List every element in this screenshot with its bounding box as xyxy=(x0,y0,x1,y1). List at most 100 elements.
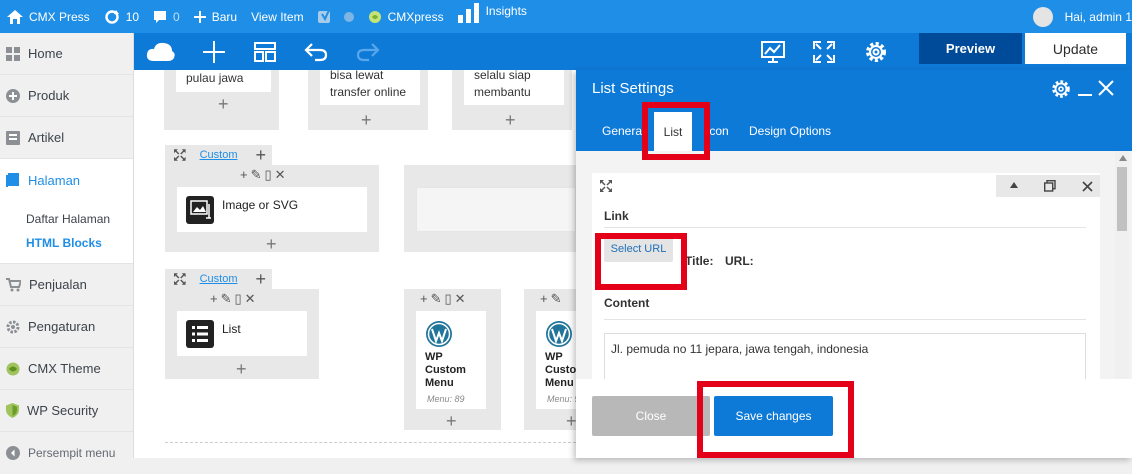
menu-penjualan[interactable]: Penjualan xyxy=(0,264,133,306)
redo-icon[interactable] xyxy=(342,33,394,70)
account-menu[interactable]: Hai, admin 1 xyxy=(1032,6,1132,27)
admin-bar: CMX Press 10 0 Baru View Item CMXpress I… xyxy=(0,0,1132,33)
element-controls[interactable]: +✎ xyxy=(540,291,564,307)
cmxpress-link[interactable]: CMXpress xyxy=(361,0,451,33)
site-link[interactable]: CMX Press xyxy=(0,0,97,33)
view-item-link[interactable]: View Item xyxy=(244,0,310,33)
cart-icon xyxy=(6,277,21,291)
menu-pengaturan[interactable]: Pengaturan xyxy=(0,306,133,348)
section-divider xyxy=(165,442,576,443)
text-card[interactable]: selalu siap membantu xyxy=(464,70,564,105)
move-icon[interactable] xyxy=(600,180,612,192)
update-button[interactable]: Update xyxy=(1025,33,1126,64)
undo-icon[interactable] xyxy=(290,33,342,70)
scroll-up-arrow-icon[interactable] xyxy=(1119,155,1127,161)
add-element-icon[interactable]: + xyxy=(236,360,247,378)
page-settings-icon[interactable] xyxy=(864,33,888,70)
tab-design-options[interactable]: Design Options xyxy=(749,124,831,138)
dashboard-icon xyxy=(6,46,20,61)
wp-menu-block[interactable]: WP Custom Menu Menu: 89 xyxy=(416,311,486,409)
tab-general[interactable]: General xyxy=(602,124,645,138)
shield-icon xyxy=(6,403,19,418)
plus-icon xyxy=(193,10,206,23)
text-card[interactable]: bisa lewat transfer online xyxy=(320,70,420,105)
add-row-icon[interactable]: + xyxy=(249,145,272,166)
image-svg-block[interactable]: Image or SVG xyxy=(177,187,367,232)
block-title: Image or SVG xyxy=(222,198,299,212)
plus-circle-icon xyxy=(6,88,20,103)
gear-icon xyxy=(6,320,20,333)
updates-count: 10 xyxy=(125,9,140,24)
delete-icon[interactable] xyxy=(1082,181,1093,192)
add-row-icon[interactable]: + xyxy=(249,269,272,290)
add-element-icon[interactable]: + xyxy=(505,111,516,129)
menu-label: WP Security xyxy=(27,403,99,418)
element-controls[interactable]: +✎▯✕ xyxy=(420,291,469,307)
insights-link[interactable]: Insights xyxy=(451,0,534,33)
image-icon xyxy=(186,196,214,224)
responsive-preview-icon[interactable] xyxy=(760,33,786,70)
submenu-html-blocks[interactable]: HTML Blocks xyxy=(26,231,133,255)
add-element-icon[interactable] xyxy=(188,33,240,70)
list-block[interactable]: List xyxy=(177,311,307,356)
menu-home[interactable]: Home xyxy=(0,33,133,75)
settings-gear-icon[interactable] xyxy=(1051,79,1071,99)
add-element-icon[interactable]: + xyxy=(361,111,372,129)
link-label: Link xyxy=(604,209,629,223)
theme-icon xyxy=(6,362,20,375)
duplicate-icon[interactable] xyxy=(1044,180,1056,192)
menu-collapse[interactable]: Persempit menu xyxy=(0,432,133,474)
add-element-icon[interactable]: + xyxy=(566,412,577,430)
site-name: CMX Press xyxy=(29,9,90,24)
element-controls[interactable]: +✎▯✕ xyxy=(240,167,289,183)
move-icon[interactable] xyxy=(174,273,186,285)
custom-tab[interactable]: Custom xyxy=(194,149,244,161)
add-element-icon[interactable]: + xyxy=(446,412,457,430)
scrollbar-thumb[interactable] xyxy=(1117,167,1127,231)
new-link[interactable]: Baru xyxy=(187,0,244,33)
updates-link[interactable]: 10 xyxy=(97,0,146,33)
menu-label: Produk xyxy=(28,88,70,103)
element-controls[interactable]: +✎▯✕ xyxy=(210,291,259,307)
panel-controls xyxy=(996,175,1100,197)
add-element-icon[interactable]: + xyxy=(218,95,229,113)
block-subtitle: Menu: 9 xyxy=(547,394,580,404)
templates-icon[interactable] xyxy=(240,33,290,70)
fullscreen-icon[interactable] xyxy=(812,33,836,70)
divider xyxy=(604,319,1086,320)
menu-produk[interactable]: Produk xyxy=(0,75,133,117)
halaman-submenu: Daftar Halaman HTML Blocks xyxy=(0,201,133,264)
highlight-list-tab xyxy=(642,102,710,160)
block-title: WP Custom Menu xyxy=(425,351,466,389)
builder-logo-icon[interactable] xyxy=(134,33,188,70)
greeting: Hai, admin 1 xyxy=(1064,9,1132,24)
text-card[interactable]: pulau jawa xyxy=(176,70,271,92)
submenu-daftar-halaman[interactable]: Daftar Halaman xyxy=(26,207,133,231)
admin-sidebar: Home Produk Artikel Halaman Daftar Halam… xyxy=(0,33,134,460)
wordpress-icon xyxy=(546,321,572,347)
custom-tab[interactable]: Custom xyxy=(194,273,244,285)
yoast-link[interactable] xyxy=(311,0,361,33)
comments-link[interactable]: 0 xyxy=(146,0,187,33)
highlight-select-url xyxy=(595,233,687,290)
wordpress-icon xyxy=(426,321,452,347)
page-icon xyxy=(6,173,19,187)
cmxpress-icon xyxy=(368,10,381,23)
add-element-icon[interactable]: + xyxy=(266,235,277,253)
menu-wp-security[interactable]: WP Security xyxy=(0,390,133,432)
move-icon[interactable] xyxy=(174,149,186,161)
menu-artikel[interactable]: Artikel xyxy=(0,117,133,159)
menu-label: Artikel xyxy=(28,130,65,145)
menu-label: Home xyxy=(28,46,63,61)
close-icon[interactable] xyxy=(1098,80,1114,96)
highlight-save-changes xyxy=(697,381,854,458)
collapse-up-icon[interactable] xyxy=(1010,182,1018,188)
empty-column[interactable] xyxy=(416,187,576,232)
menu-cmx-theme[interactable]: CMX Theme xyxy=(0,348,133,390)
minimize-icon[interactable] xyxy=(1078,80,1092,98)
close-button[interactable]: Close xyxy=(592,396,710,436)
yoast-icon xyxy=(317,9,330,23)
menu-halaman[interactable]: Halaman xyxy=(0,159,133,201)
new-label: Baru xyxy=(211,9,238,24)
preview-button[interactable]: Preview xyxy=(919,33,1022,64)
